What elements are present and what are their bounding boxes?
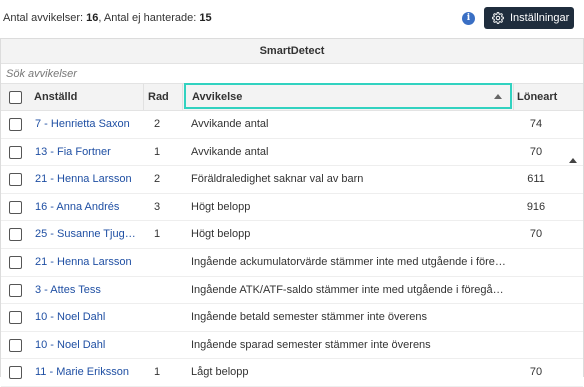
table-row[interactable]: 3 - Attes Tess Ingående ATK/ATF-saldo stä… [1,277,583,305]
panel-title: SmartDetect [1,39,583,64]
sort-ascending-icon [494,94,502,99]
employee-link[interactable]: 3 - Attes Tess [35,277,141,303]
employee-link[interactable]: 21 - Henna Larsson [35,166,141,192]
deviation-text: Föräldraledighet saknar val av barn [191,173,364,186]
row-checkbox[interactable] [9,228,22,242]
employee-link[interactable]: 16 - Anna Andrés [35,194,141,220]
table-row[interactable]: 10 - Noel Dahl Ingående sparad semester s… [1,332,583,360]
row-number: 2 [154,118,161,130]
row-checkbox[interactable] [9,366,22,380]
settings-label: Inställningar [510,12,570,24]
wage-type: 611 [527,173,545,186]
column-header-deviation-sorted[interactable]: Avvikelse [184,83,512,109]
row-checkbox[interactable] [9,200,22,214]
info-icon[interactable]: i [462,12,475,25]
smartdetect-panel: SmartDetect Anställd Rad Avvikelse Lönea… [0,38,584,387]
column-separator[interactable] [182,84,183,110]
employee-link[interactable]: 21 - Henna Larsson [35,249,141,275]
row-checkbox[interactable] [9,283,22,297]
wage-type: 70 [529,228,543,241]
column-header-employee[interactable]: Anställd [34,84,77,110]
employee-link[interactable]: 13 - Fia Fortner [35,139,141,165]
wage-type: 70 [529,366,543,379]
employee-link[interactable]: 10 - Noel Dahl [35,332,141,358]
grid-body: 7 - Henrietta Saxon 2 Avvikande antal 74 13 … [1,111,583,387]
row-checkbox[interactable] [9,173,22,187]
grid-header: Anställd Rad Avvikelse Löneart [1,83,583,111]
table-row[interactable]: 25 - Susanne Tjugotv... 1 Högt belopp 70 [1,221,583,249]
table-row[interactable]: 21 - Henna Larsson 2 Föräldraledighet sakn… [1,166,583,194]
row-checkbox[interactable] [9,118,22,131]
row-number: 3 [154,200,161,213]
scroll-up-arrow[interactable] [569,158,577,163]
wage-type: 916 [526,200,546,213]
deviation-text: Lågt belopp [191,366,249,379]
employee-link[interactable]: 10 - Noel Dahl [35,304,141,330]
deviation-text: Avvikande antal [191,145,269,158]
table-row[interactable]: 21 - Henna Larsson Ingående ackumulatorvä… [1,249,583,277]
wage-type: 74 [529,118,543,130]
top-bar: Antal avvikelser: 16, Antal ej hanterade… [0,0,584,38]
row-number: 1 [154,366,161,379]
employee-link[interactable]: 7 - Henrietta Saxon [35,111,141,137]
column-separator[interactable] [513,84,514,110]
row-checkbox[interactable] [9,145,22,159]
search-input[interactable] [1,65,583,83]
select-all-checkbox[interactable] [9,91,22,104]
row-checkbox[interactable] [9,338,22,352]
unhandled-count: 15 [199,12,212,24]
wage-type: 70 [529,145,543,158]
table-row[interactable]: 10 - Noel Dahl Ingående betald semester s… [1,304,583,332]
deviations-label: Antal avvikelser: [3,12,84,24]
column-header-deviation: Avvikelse [192,91,243,103]
unhandled-label: Antal ej hanterade: [103,12,197,24]
employee-link[interactable]: 11 - Marie Eriksson [35,359,141,385]
deviation-grid: Anställd Rad Avvikelse Löneart 7 - Henri… [1,83,583,387]
deviation-summary: Antal avvikelser: 16, Antal ej hanterade… [3,12,212,24]
gear-icon [492,12,504,24]
deviation-text: Högt belopp [191,228,251,241]
deviation-text: Högt belopp [191,200,251,213]
table-row[interactable]: 13 - Fia Fortner 1 Avvikande antal 70 [1,139,583,167]
row-checkbox[interactable] [9,255,22,269]
row-number: 2 [154,173,161,186]
deviation-text: Ingående sparad semester stämmer inte öv… [191,338,431,351]
deviations-count: 16 [86,12,99,24]
column-separator[interactable] [143,84,144,110]
column-header-wage-type[interactable]: Löneart [517,84,557,110]
row-number: 1 [154,145,161,158]
table-row[interactable]: 7 - Henrietta Saxon 2 Avvikande antal 74 [1,111,583,139]
row-number: 1 [154,228,161,241]
row-checkbox[interactable] [9,311,22,325]
deviation-text: Avvikande antal [191,118,269,130]
table-row[interactable]: 11 - Marie Eriksson 1 Lågt belopp 70 [1,359,583,387]
column-header-row[interactable]: Rad [148,84,169,110]
deviation-text: Ingående ATK/ATF-saldo stämmer inte med … [191,283,509,296]
deviation-text: Ingående betald semester stämmer inte öv… [191,311,428,324]
employee-link[interactable]: 25 - Susanne Tjugotv... [35,221,141,247]
deviation-text: Ingående ackumulatorvärde stämmer inte m… [191,255,509,268]
settings-button[interactable]: Inställningar [484,7,574,29]
search-bar [1,64,583,84]
table-row[interactable]: 16 - Anna Andrés 3 Högt belopp 916 [1,194,583,222]
